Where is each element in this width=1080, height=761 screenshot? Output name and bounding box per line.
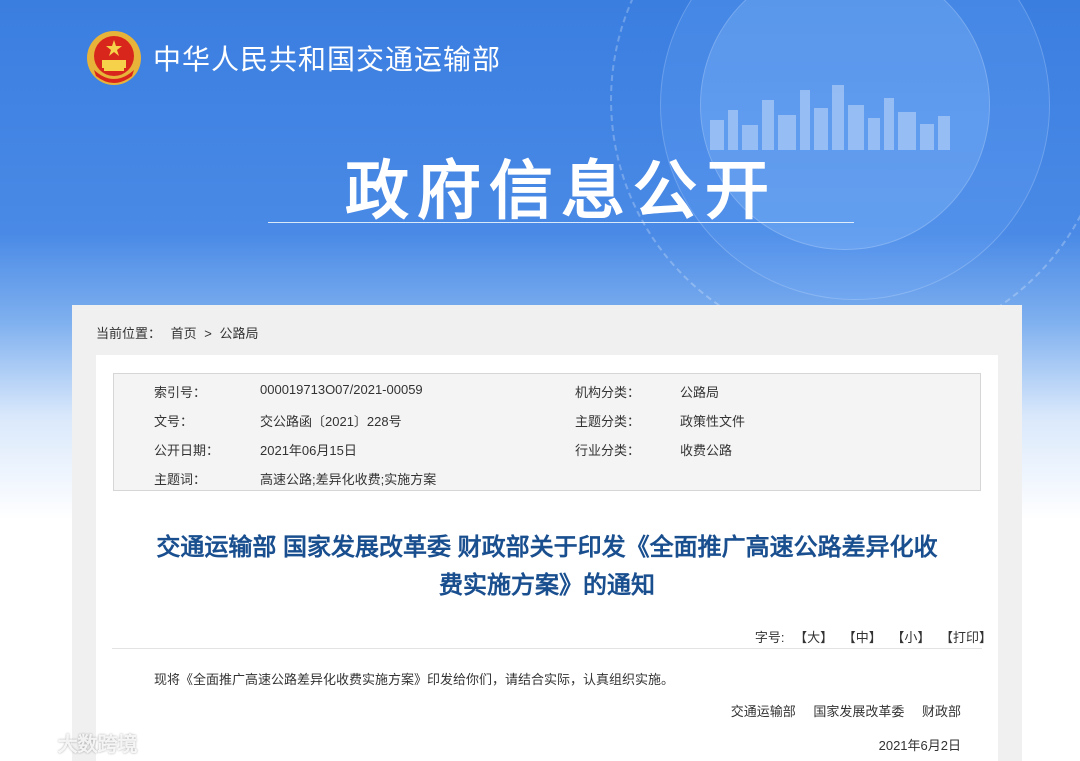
industry-label: 行业分类： xyxy=(575,443,641,458)
page-title: 政府信息公开 xyxy=(345,155,777,227)
industry-value: 收费公路 xyxy=(680,443,733,458)
divider xyxy=(112,648,982,649)
docno-label: 文号： xyxy=(154,414,194,429)
metadata-table: 索引号： 000019713O07/2021-00059 机构分类： 公路局 文… xyxy=(113,373,981,491)
content-panel: 当前位置： 首页 > 公路局 索引号： 000019713O07/2021-00… xyxy=(72,305,1022,761)
breadcrumb-label: 当前位置： xyxy=(96,326,162,341)
font-size-controls: 字号: 【大】 【中】 【小】 【打印】 xyxy=(749,627,992,646)
document-body: 现将《全面推广高速公路差异化收费实施方案》印发给你们，请结合实际，认真组织实施。 xyxy=(154,672,675,687)
docno-value: 交公路函〔2021〕228号 xyxy=(260,414,402,429)
keywords-label: 主题词： xyxy=(154,472,207,487)
signer: 交通运输部 xyxy=(730,704,796,719)
document-title: 交通运输部 国家发展改革委 财政部关于印发《全面推广高速公路差异化收 费实施方案… xyxy=(96,529,998,605)
national-emblem-icon xyxy=(87,31,141,85)
font-small-button[interactable]: 【小】 xyxy=(891,630,930,645)
index-label: 索引号： xyxy=(154,385,207,400)
sign-date: 2021年6月2日 xyxy=(878,738,961,753)
keywords-value: 高速公路;差异化收费;实施方案 xyxy=(260,472,437,487)
topic-value: 政策性文件 xyxy=(680,414,746,429)
print-button[interactable]: 【打印】 xyxy=(940,630,992,645)
watermark: 大数跨境 xyxy=(8,728,138,757)
signer: 国家发展改革委 xyxy=(813,704,905,719)
watermark-text: 大数跨境 xyxy=(57,734,138,756)
font-size-label: 字号: xyxy=(754,630,785,645)
breadcrumb-current-link[interactable]: 公路局 xyxy=(220,323,259,342)
font-large-button[interactable]: 【大】 xyxy=(794,630,833,645)
font-medium-button[interactable]: 【中】 xyxy=(843,630,882,645)
signer: 财政部 xyxy=(921,704,961,719)
org-label: 机构分类： xyxy=(575,385,641,400)
breadcrumb: 当前位置： 首页 > 公路局 xyxy=(96,323,259,342)
date-value: 2021年06月15日 xyxy=(260,443,357,458)
date-label: 公开日期： xyxy=(154,443,220,458)
signers: 交通运输部 国家发展改革委 财政部 xyxy=(717,701,961,720)
index-value: 000019713O07/2021-00059 xyxy=(260,382,423,397)
watermark-logo-icon xyxy=(9,737,47,754)
article-card: 索引号： 000019713O07/2021-00059 机构分类： 公路局 文… xyxy=(96,355,998,761)
topic-label: 主题分类： xyxy=(575,414,641,429)
document-title-line: 费实施方案》的通知 xyxy=(439,572,655,599)
ministry-name[interactable]: 中华人民共和国交通运输部 xyxy=(153,38,501,78)
org-value: 公路局 xyxy=(680,385,720,400)
document-title-line: 交通运输部 国家发展改革委 财政部关于印发《全面推广高速公路差异化收 xyxy=(156,534,938,561)
title-underline xyxy=(268,222,854,223)
breadcrumb-home-link[interactable]: 首页 xyxy=(171,323,197,342)
breadcrumb-separator: > xyxy=(204,326,212,341)
